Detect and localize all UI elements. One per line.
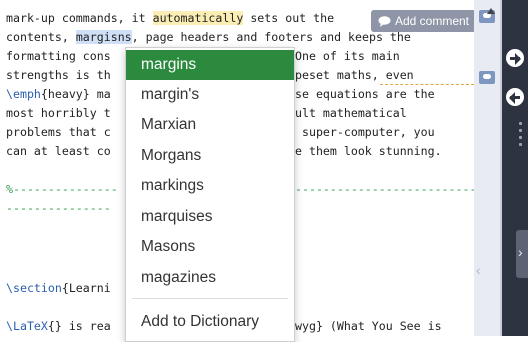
text-segment: problems that c bbox=[6, 125, 111, 139]
add-comment-label: Add comment bbox=[394, 14, 470, 28]
latex-command: \section bbox=[6, 281, 62, 295]
text-segment: strengths is th bbox=[6, 68, 111, 82]
scroll-up-arrow-icon[interactable] bbox=[487, 8, 495, 14]
comment-range-indicator bbox=[380, 84, 474, 85]
suggestion-item[interactable]: markings bbox=[126, 171, 294, 201]
chevron-left-icon[interactable]: ‹ bbox=[476, 262, 481, 278]
text-segment: , page headers and footers and keeps the bbox=[131, 30, 411, 44]
text-segment: One of its main bbox=[295, 49, 400, 63]
suggestion-item[interactable]: Marxian bbox=[126, 110, 294, 140]
text-segment: sets out the bbox=[243, 11, 335, 25]
suggestion-item[interactable]: marquises bbox=[126, 202, 294, 232]
text-segment: most horribly t bbox=[6, 106, 111, 120]
editor-line-3[interactable]: formatting cons One of its main bbox=[6, 47, 400, 66]
spelling-suggestions-menu: margins margin's Marxian Morgans marking… bbox=[125, 47, 295, 342]
comment-marker-icon[interactable] bbox=[479, 71, 495, 84]
suggestion-item[interactable]: magazines bbox=[126, 263, 294, 293]
menu-divider bbox=[132, 298, 288, 299]
suggestion-item[interactable]: Masons bbox=[126, 232, 294, 262]
editor-line-5[interactable]: \emph{heavy} ma se equations are the bbox=[6, 85, 435, 104]
misspelled-word[interactable]: margisns bbox=[75, 30, 132, 44]
text-segment: e them look stunning. bbox=[295, 144, 442, 158]
arrow-right-circle-icon[interactable] bbox=[504, 47, 526, 69]
editor-line-7[interactable]: problems that c super-computer, you bbox=[6, 123, 435, 142]
commented-text[interactable]: automatically bbox=[152, 11, 244, 25]
comment-bubble-icon bbox=[378, 15, 391, 27]
text-segment: se equations are the bbox=[295, 87, 435, 101]
text-segment: contents, bbox=[6, 30, 76, 44]
suggestion-item[interactable]: margins bbox=[126, 50, 294, 80]
drag-handle-icon[interactable] bbox=[519, 122, 523, 150]
text-segment: can at least co bbox=[6, 144, 111, 158]
suggestion-item[interactable]: margin's bbox=[126, 80, 294, 110]
editor-line-11[interactable]: \section{Learni bbox=[6, 279, 111, 298]
add-to-dictionary-item[interactable]: Add to Dictionary bbox=[126, 307, 294, 337]
text-segment: {heavy} ma bbox=[40, 87, 111, 101]
comment-text: ---------------------------- bbox=[295, 182, 474, 196]
text-segment: super-computer, you bbox=[295, 125, 435, 139]
latex-command: \emph bbox=[6, 87, 41, 101]
editor-line-12[interactable]: \LaTeX{} is rea wyg} (What You See is bbox=[6, 317, 442, 336]
editor-line-8[interactable]: can at least co e them look stunning. bbox=[6, 142, 442, 161]
editor-line-6[interactable]: most horribly t ult mathematical bbox=[6, 104, 407, 123]
arrow-left-circle-icon[interactable] bbox=[504, 86, 526, 108]
panel-toggle-tab[interactable] bbox=[516, 230, 528, 278]
comment-text: --------------- bbox=[6, 201, 111, 215]
text-segment: wyg} (What You See is bbox=[295, 319, 442, 333]
text-segment: {} is rea bbox=[47, 319, 111, 333]
add-comment-button[interactable]: Add comment bbox=[371, 10, 476, 32]
text-segment: ult mathematical bbox=[295, 106, 407, 120]
editor-line-2[interactable]: contents, margisns, page headers and foo… bbox=[6, 28, 411, 47]
editor-line-10[interactable]: --------------- bbox=[6, 199, 111, 218]
suggestion-item[interactable]: Morgans bbox=[126, 141, 294, 171]
review-panel-gutter bbox=[474, 0, 502, 336]
editor-line-1[interactable]: mark-up commands, it automatically sets … bbox=[6, 9, 334, 28]
text-segment: mark-up commands, it bbox=[6, 11, 153, 25]
editor-line-4[interactable]: strengths is th peset maths, even bbox=[6, 66, 414, 85]
comment-text: %--------------- bbox=[6, 182, 118, 196]
text-segment: peset maths, even bbox=[295, 68, 414, 82]
text-segment: formatting cons bbox=[6, 49, 111, 63]
text-segment: {Learni bbox=[61, 281, 111, 295]
latex-command: \LaTeX bbox=[6, 319, 48, 333]
editor-line-9[interactable]: %--------------- ------------------------… bbox=[6, 180, 474, 199]
